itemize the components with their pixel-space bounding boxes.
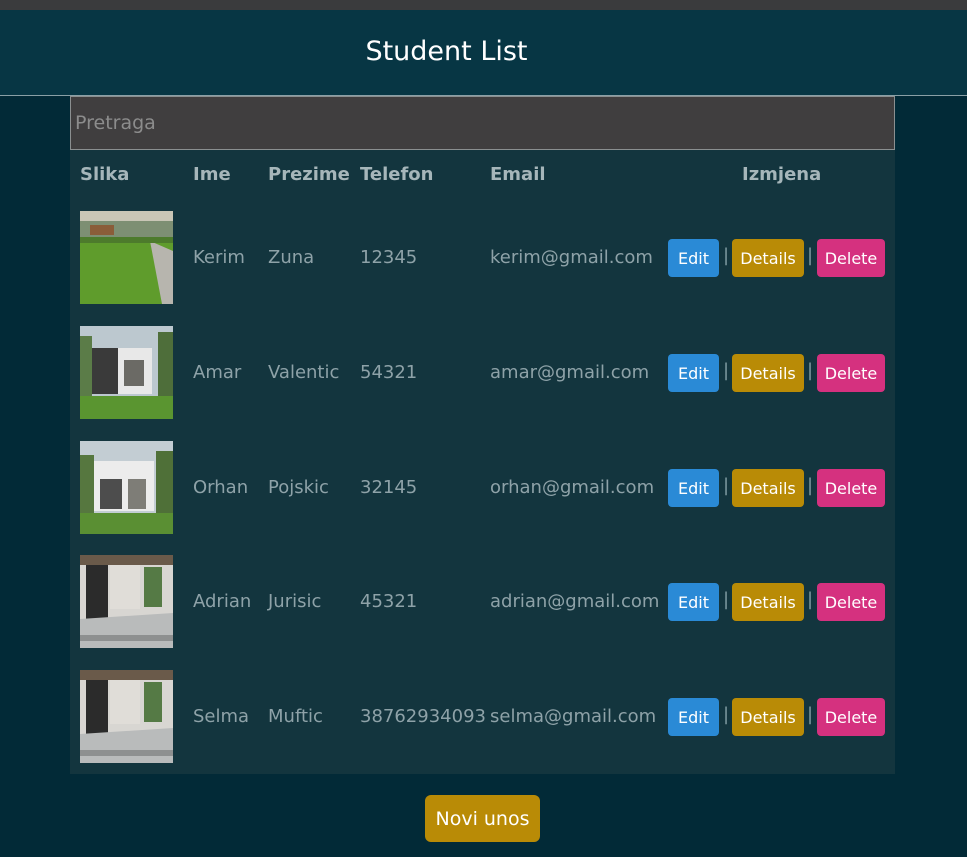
- column-header-ime: Ime: [193, 164, 231, 185]
- column-header-izmjena: Izmjena: [742, 164, 822, 185]
- action-separator: |: [807, 589, 814, 610]
- delete-button[interactable]: Delete: [817, 698, 885, 736]
- student-email: kerim@gmail.com: [490, 247, 653, 268]
- student-photo: [80, 326, 173, 419]
- student-phone: 32145: [360, 477, 418, 498]
- student-email: selma@gmail.com: [490, 706, 657, 727]
- table-row: Orhan Pojskic 32145 orhan@gmail.com Edit…: [70, 441, 895, 556]
- student-photo: [80, 555, 173, 648]
- column-header-slika: Slika: [80, 164, 130, 185]
- action-separator: |: [723, 704, 730, 725]
- edit-button[interactable]: Edit: [668, 469, 719, 507]
- search-input[interactable]: [70, 96, 895, 150]
- action-separator: |: [723, 360, 730, 381]
- student-phone: 54321: [360, 362, 418, 383]
- edit-button[interactable]: Edit: [668, 239, 719, 277]
- action-separator: |: [807, 360, 814, 381]
- student-phone: 12345: [360, 247, 418, 268]
- edit-button[interactable]: Edit: [668, 698, 719, 736]
- student-phone: 45321: [360, 591, 418, 612]
- student-last-name: Muftic: [268, 706, 323, 727]
- column-header-email: Email: [490, 164, 546, 185]
- student-last-name: Jurisic: [268, 591, 322, 612]
- action-separator: |: [807, 475, 814, 496]
- action-separator: |: [723, 589, 730, 610]
- page-title: Student List: [365, 36, 528, 67]
- column-header-prezime: Prezime: [268, 164, 350, 185]
- browser-top-strip: [0, 0, 967, 10]
- action-separator: |: [807, 245, 814, 266]
- student-first-name: Amar: [193, 362, 242, 383]
- details-button[interactable]: Details: [732, 354, 804, 392]
- student-last-name: Zuna: [268, 247, 315, 268]
- action-separator: |: [807, 704, 814, 725]
- student-photo: [80, 441, 173, 534]
- details-button[interactable]: Details: [732, 698, 804, 736]
- action-separator: |: [723, 245, 730, 266]
- student-first-name: Adrian: [193, 591, 252, 612]
- student-email: orhan@gmail.com: [490, 477, 655, 498]
- table-row: Adrian Jurisic 45321 adrian@gmail.com Ed…: [70, 555, 895, 670]
- student-last-name: Pojskic: [268, 477, 329, 498]
- student-email: adrian@gmail.com: [490, 591, 660, 612]
- edit-button[interactable]: Edit: [668, 354, 719, 392]
- new-entry-button[interactable]: Novi unos: [425, 795, 540, 842]
- student-last-name: Valentic: [268, 362, 340, 383]
- student-email: amar@gmail.com: [490, 362, 650, 383]
- student-photo: [80, 211, 173, 304]
- delete-button[interactable]: Delete: [817, 239, 885, 277]
- details-button[interactable]: Details: [732, 469, 804, 507]
- delete-button[interactable]: Delete: [817, 354, 885, 392]
- action-separator: |: [723, 475, 730, 496]
- student-first-name: Orhan: [193, 477, 249, 498]
- details-button[interactable]: Details: [732, 583, 804, 621]
- edit-button[interactable]: Edit: [668, 583, 719, 621]
- student-first-name: Selma: [193, 706, 250, 727]
- details-button[interactable]: Details: [732, 239, 804, 277]
- student-first-name: Kerim: [193, 247, 245, 268]
- delete-button[interactable]: Delete: [817, 469, 885, 507]
- table-row: Kerim Zuna 12345 kerim@gmail.com Edit | …: [70, 211, 895, 326]
- column-header-telefon: Telefon: [360, 164, 434, 185]
- page-header: Student List: [0, 10, 967, 96]
- table-row: Amar Valentic 54321 amar@gmail.com Edit …: [70, 326, 895, 441]
- table-row: Selma Muftic 38762934093 selma@gmail.com…: [70, 670, 895, 785]
- student-phone: 38762934093: [360, 706, 486, 727]
- delete-button[interactable]: Delete: [817, 583, 885, 621]
- student-photo: [80, 670, 173, 763]
